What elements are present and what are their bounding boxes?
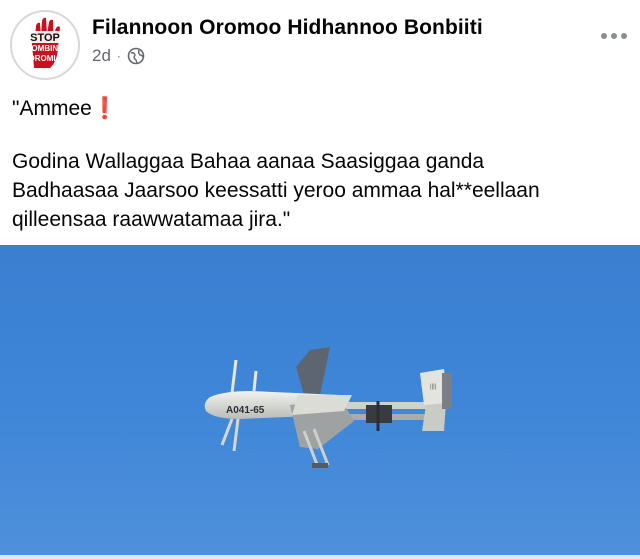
post-time[interactable]: 2d	[92, 46, 111, 66]
avatar-text-middle: BOMBING	[26, 44, 65, 53]
more-dot	[621, 33, 627, 39]
page-avatar[interactable]: STOP BOMBING OROMIA	[10, 10, 80, 80]
drone-marking: A041-65	[226, 405, 265, 416]
exclamation-icon: ❗	[91, 97, 118, 120]
globe-icon[interactable]	[127, 47, 145, 65]
avatar-text-bottom: OROMIA	[29, 54, 62, 63]
author-name[interactable]: Filannoon Oromoo Hidhannoo Bonbiiti	[92, 16, 483, 40]
post-meta: 2d ·	[92, 46, 145, 66]
post-text-line-3: Badhaasaa Jaarsoo keessatti yeroo ammaa …	[12, 179, 540, 202]
post-text: "Ammee❗ Godina Wallaggaa Bahaa aanaa Saa…	[12, 94, 632, 234]
post-photo[interactable]: |||| A041-65	[0, 245, 640, 555]
post-text-line-4: qilleensaa raawwatamaa jira."	[12, 208, 291, 231]
meta-separator: ·	[116, 49, 121, 63]
raised-hand-icon: STOP BOMBING OROMIA	[14, 14, 76, 76]
drone-image: |||| A041-65	[0, 245, 640, 555]
post-quote-open: "Ammee	[12, 97, 92, 120]
post-text-line-2: Godina Wallaggaa Bahaa aanaa Saasiggaa g…	[12, 150, 485, 173]
more-dot	[601, 33, 607, 39]
post-header: STOP BOMBING OROMIA Filannoon Oromoo Hid…	[0, 0, 640, 84]
post-divider	[0, 555, 640, 559]
svg-text:||||: ||||	[430, 384, 437, 390]
avatar-text-top: STOP	[30, 32, 60, 44]
more-options-icon[interactable]	[596, 22, 632, 50]
post-text-line-1: "Ammee❗	[12, 94, 632, 123]
more-dot	[611, 33, 617, 39]
